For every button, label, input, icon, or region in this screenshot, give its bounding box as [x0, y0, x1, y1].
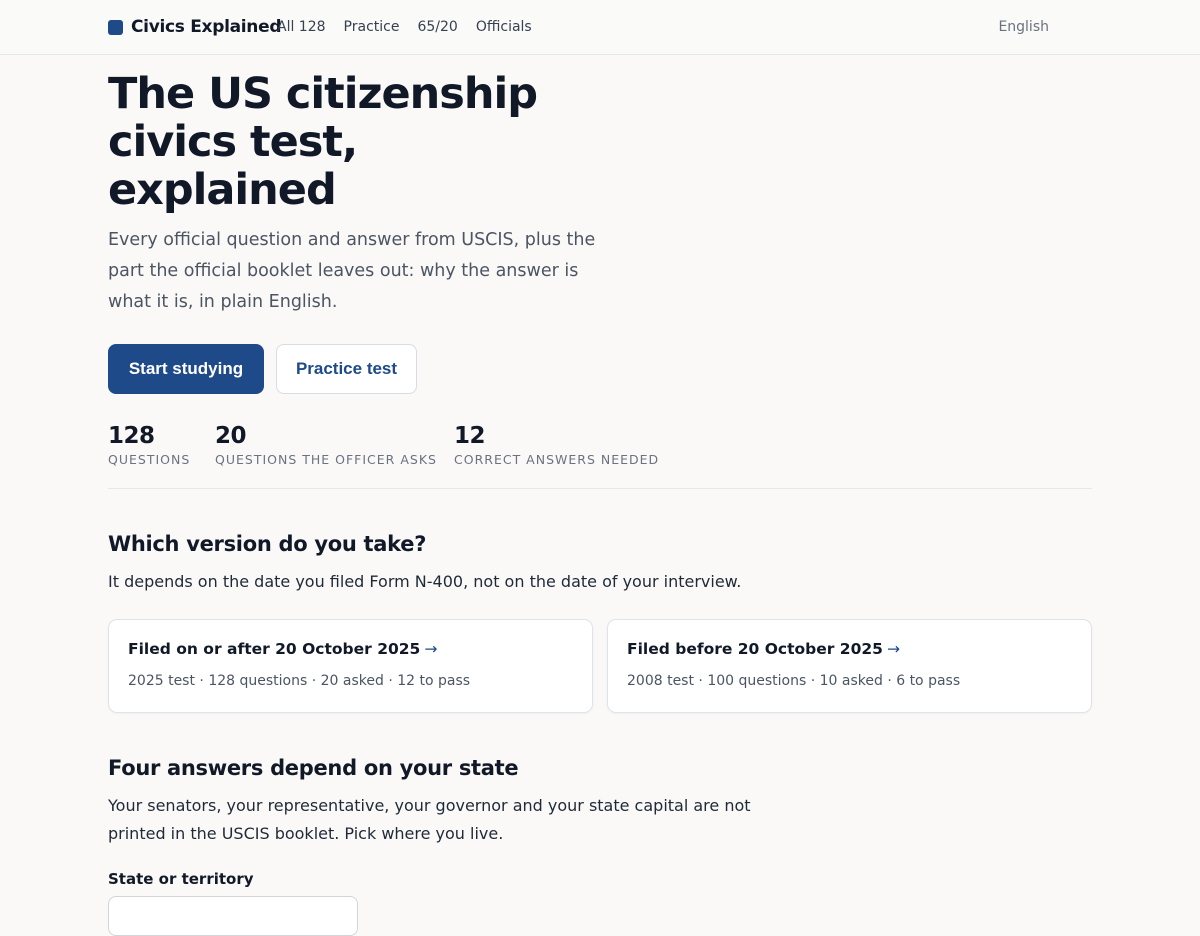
- subtitle-line: what it is, in plain English.: [108, 292, 338, 312]
- nav-link-65-20[interactable]: 65/20: [417, 18, 457, 36]
- title-line: explained: [108, 165, 337, 215]
- page-title: The US citizenship civics test, explaine…: [108, 70, 568, 214]
- version-heading: Which version do you take?: [108, 532, 427, 556]
- card-title: Filed on or after 20 October 2025 →: [128, 640, 438, 658]
- brand-name: Civics Explained: [131, 17, 282, 37]
- subtitle-line: part the official booklet leaves out: wh…: [108, 261, 579, 281]
- state-select[interactable]: [108, 896, 358, 936]
- brand-logo-icon: [108, 19, 123, 35]
- stat-questions: 128 Questions: [108, 422, 190, 467]
- nav-link-practice[interactable]: Practice: [344, 18, 400, 36]
- top-navigation-bar: Civics Explained All 128 Practice 65/20 …: [0, 0, 1200, 55]
- start-studying-button[interactable]: Start studying: [108, 344, 264, 394]
- subtitle-line: Every official question and answer from …: [108, 230, 596, 250]
- hero-subtitle: Every official question and answer from …: [108, 225, 608, 318]
- arrow-right-icon: →: [424, 640, 438, 658]
- title-line: The US citizenship: [108, 69, 538, 119]
- card-meta: 2008 test · 100 questions · 10 asked · 6…: [627, 673, 961, 689]
- main-nav: All 128 Practice 65/20 Officials: [277, 18, 550, 36]
- brand-link[interactable]: Civics Explained: [108, 16, 282, 38]
- card-title: Filed before 20 October 2025 →: [627, 640, 900, 658]
- stat-label: Questions: [108, 452, 191, 467]
- stat-value: 12: [454, 423, 486, 449]
- version-description: It depends on the date you filed Form N-…: [108, 572, 742, 591]
- title-line: civics test,: [108, 117, 358, 167]
- stat-label: Correct answers needed: [454, 452, 660, 467]
- practice-test-button[interactable]: Practice test: [276, 344, 417, 394]
- state-field-label: State or territory: [108, 870, 254, 888]
- stats-row: 128 Questions 20 Questions the officer a…: [108, 422, 1092, 489]
- nav-link-officials[interactable]: Officials: [476, 18, 532, 36]
- language-switcher[interactable]: English: [998, 18, 1049, 36]
- stat-value: 20: [215, 423, 247, 449]
- state-description: Your senators, your representative, your…: [108, 792, 751, 848]
- arrow-right-icon: →: [886, 640, 900, 658]
- description-line: Your senators, your representative, your…: [108, 796, 751, 815]
- stat-questions-asked: 20 Questions the officer asks: [215, 422, 437, 467]
- stat-value: 128: [108, 423, 155, 449]
- stat-correct-needed: 12 Correct answers needed: [454, 422, 659, 467]
- card-meta: 2025 test · 128 questions · 20 asked · 1…: [128, 673, 471, 689]
- stat-label: Questions the officer asks: [215, 452, 437, 467]
- state-heading: Four answers depend on your state: [108, 756, 519, 780]
- description-line: printed in the USCIS booklet. Pick where…: [108, 824, 504, 843]
- version-card-2008[interactable]: Filed before 20 October 2025 → 2008 test …: [607, 619, 1092, 713]
- version-card-2025[interactable]: Filed on or after 20 October 2025 → 2025 …: [108, 619, 593, 713]
- nav-link-all[interactable]: All 128: [277, 18, 326, 36]
